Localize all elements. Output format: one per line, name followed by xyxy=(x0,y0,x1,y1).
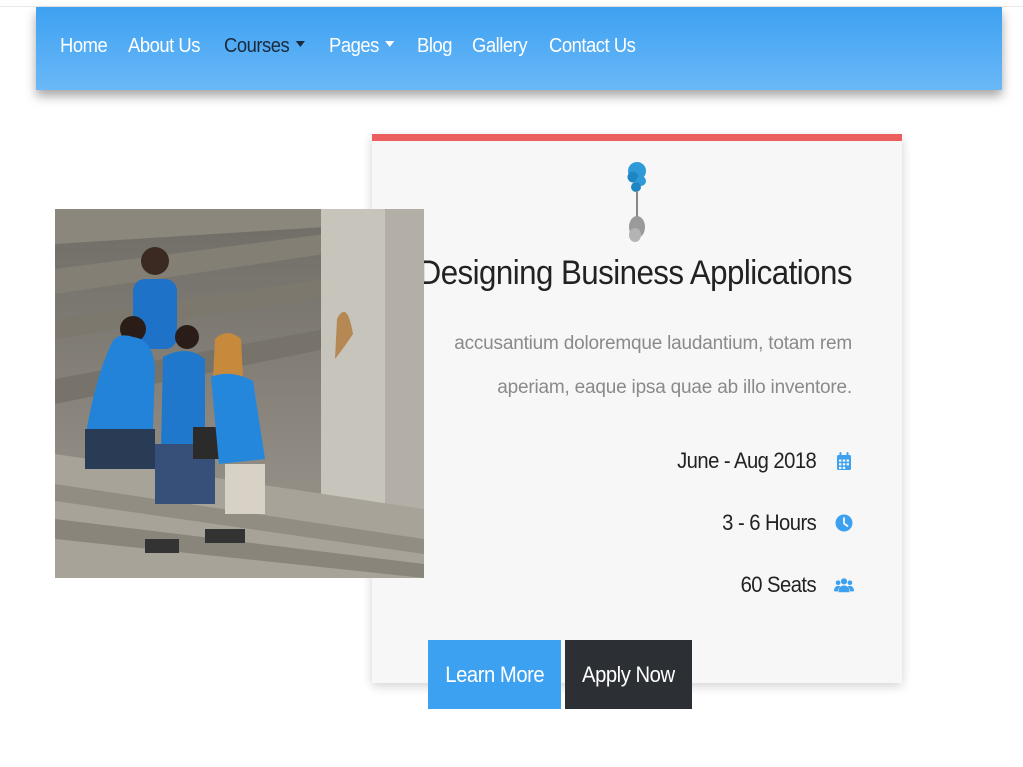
nav-item-contact-us[interactable]: Contact Us xyxy=(549,35,636,58)
nav-menu: Home About Us Courses Pages Blog Gallery… xyxy=(60,35,660,58)
nav-item-pages[interactable]: Pages xyxy=(329,35,395,58)
learn-more-label: Learn More xyxy=(445,661,544,687)
nav-item-pages-label: Pages xyxy=(328,35,379,57)
course-seats: 60 Seats xyxy=(740,572,817,597)
course-photo xyxy=(55,209,424,578)
page-top-line xyxy=(0,0,1023,7)
nav-item-blog[interactable]: Blog xyxy=(417,35,452,58)
users-icon xyxy=(834,574,854,596)
course-description: accusantium doloremque laudantium, totam… xyxy=(454,333,852,398)
pin-icon xyxy=(627,162,646,242)
calendar-icon xyxy=(834,450,854,472)
course-card: Designing Business Applications accusant… xyxy=(372,134,902,683)
course-seats-row: 60 Seats xyxy=(734,572,854,598)
nav-item-courses-label: Courses xyxy=(223,35,290,57)
apply-now-button[interactable]: Apply Now xyxy=(565,640,692,709)
clock-icon xyxy=(834,512,854,534)
nav-item-gallery[interactable]: Gallery xyxy=(472,35,528,58)
course-duration: 3 - 6 Hours xyxy=(721,510,817,535)
nav-item-home[interactable]: Home xyxy=(60,35,108,58)
course-date: June - Aug 2018 xyxy=(676,448,817,473)
nav-item-about-us[interactable]: About Us xyxy=(128,35,200,58)
learn-more-button[interactable]: Learn More xyxy=(428,640,561,709)
main-navbar: Home About Us Courses Pages Blog Gallery… xyxy=(36,7,1002,90)
apply-now-label: Apply Now xyxy=(582,661,675,687)
course-duration-row: 3 - 6 Hours xyxy=(714,510,854,536)
caret-down-icon xyxy=(295,40,305,47)
caret-down-icon xyxy=(384,40,395,47)
course-date-row: June - Aug 2018 xyxy=(665,448,854,474)
course-title: Designing Business Applications xyxy=(418,254,853,292)
nav-item-courses[interactable]: Courses xyxy=(224,35,305,58)
